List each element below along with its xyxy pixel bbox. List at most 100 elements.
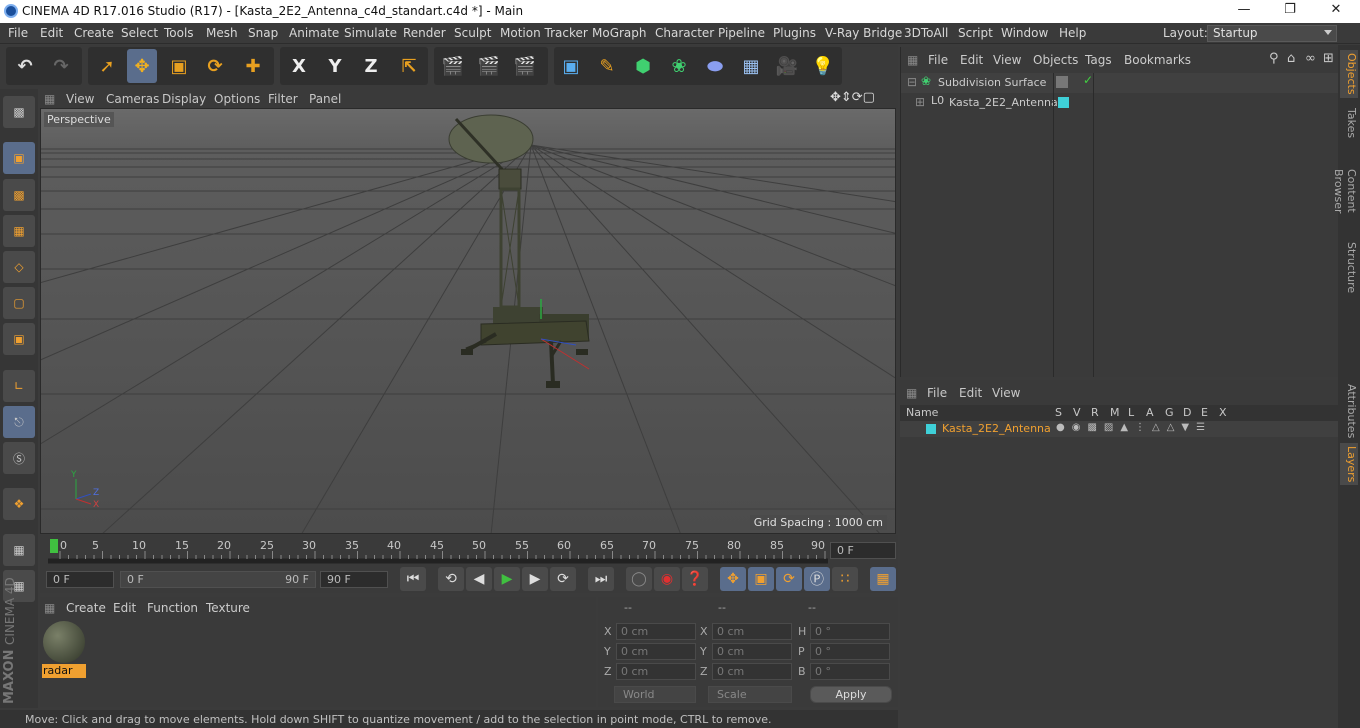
tab-attributes[interactable]: Attributes — [1340, 383, 1358, 439]
camera-object-icon[interactable]: 🎥 — [772, 49, 802, 83]
playhead-marker[interactable] — [50, 539, 58, 553]
undo-icon[interactable]: ↶ — [10, 49, 40, 83]
rot-h-field[interactable]: 0 ° — [810, 623, 890, 640]
workplane-lock-icon[interactable]: ▦ — [3, 534, 35, 566]
rot-b-field[interactable]: 0 ° — [810, 663, 890, 680]
timeline-window-icon[interactable]: ▦ — [870, 567, 896, 591]
render-settings-icon[interactable]: 🎬 — [510, 49, 540, 83]
edges-mode-icon[interactable]: ▢ — [3, 287, 35, 319]
key-parameter-icon[interactable]: Ⓟ — [804, 567, 830, 591]
viewport-menu-cameras[interactable]: Cameras — [106, 92, 159, 106]
render-view-icon[interactable]: 🎬 — [438, 49, 468, 83]
render-picture-viewer-icon[interactable]: 🎬 — [474, 49, 504, 83]
start-frame-field[interactable]: 0 F — [46, 571, 114, 588]
tab-content-browser[interactable]: Content Browser — [1332, 147, 1358, 235]
restore-icon[interactable]: ❐ — [1267, 2, 1313, 21]
pos-z-field[interactable]: 0 cm — [616, 663, 696, 680]
menu-select[interactable]: Select — [121, 26, 158, 40]
points-mode-icon[interactable]: ◇ — [3, 251, 35, 283]
perspective-viewport[interactable]: Y Z X Perspective Grid Spacing : 1000 cm — [40, 108, 896, 534]
material-menu-edit[interactable]: Edit — [113, 601, 136, 615]
visibility-toggle[interactable] — [1056, 76, 1068, 88]
size-z-field[interactable]: 0 cm — [712, 663, 792, 680]
menu-plugins[interactable]: Plugins — [773, 26, 816, 40]
polygons-mode-icon[interactable]: ▣ — [3, 323, 35, 355]
menu-render[interactable]: Render — [403, 26, 446, 40]
array-object-icon[interactable]: ❀ — [664, 49, 694, 83]
viewport-menu-display[interactable]: Display — [162, 92, 206, 106]
menu-pipeline[interactable]: Pipeline — [718, 26, 765, 40]
viewport-menu-options[interactable]: Options — [214, 92, 260, 106]
minimize-icon[interactable]: — — [1221, 2, 1267, 21]
rot-p-field[interactable]: 0 ° — [810, 643, 890, 660]
menu-help[interactable]: Help — [1059, 26, 1086, 40]
material-menu-function[interactable]: Function — [147, 601, 198, 615]
menu-motion-tracker[interactable]: Motion Tracker — [500, 26, 588, 40]
size-mode-dropdown[interactable]: Scale — [708, 686, 792, 703]
layer-row[interactable]: Kasta_2E2_Antenna ●◉▩▨▲⋮△△▼☰ — [900, 421, 1338, 437]
x-axis-lock-button[interactable]: X — [284, 49, 314, 83]
end-frame-field[interactable]: 90 F — [320, 571, 388, 588]
viewport-navigation-icons[interactable]: ✥⇕⟳▢ — [830, 90, 875, 105]
transform-tool-icon[interactable]: ✚ — [238, 49, 268, 83]
objmgr-menu-objects[interactable]: Objects — [1033, 53, 1078, 67]
solo-mode-icon[interactable]: Ⓢ — [3, 442, 35, 474]
subdivision-surface-icon[interactable]: ⬢ — [628, 49, 658, 83]
snap-icon[interactable]: ❖ — [3, 488, 35, 520]
viewport-menu-view[interactable]: View — [66, 92, 94, 106]
y-axis-lock-button[interactable]: Y — [320, 49, 350, 83]
workplane-mode-icon[interactable]: ▦ — [3, 215, 35, 247]
make-editable-icon[interactable]: ▩ — [3, 96, 35, 128]
menu-edit[interactable]: Edit — [40, 26, 63, 40]
record-keys-icon[interactable]: ◯ — [626, 567, 652, 591]
key-position-icon[interactable]: ✥ — [720, 567, 746, 591]
material-radar[interactable]: radar — [42, 620, 86, 678]
rotate-tool-icon[interactable]: ⟳ — [200, 49, 230, 83]
range-slider[interactable]: 0 F 90 F — [120, 571, 316, 588]
previous-frame-icon[interactable]: ◀ — [466, 567, 492, 591]
go-to-end-icon[interactable]: ⏭ — [588, 567, 614, 591]
texture-mode-icon[interactable]: ▩ — [3, 179, 35, 211]
objmgr-menu-file[interactable]: File — [928, 53, 948, 67]
current-frame-field[interactable]: 0 F — [830, 542, 896, 559]
enable-axis-icon[interactable]: ∟ — [3, 370, 35, 402]
menu-animate[interactable]: Animate — [289, 26, 339, 40]
z-axis-lock-button[interactable]: Z — [356, 49, 386, 83]
size-x-field[interactable]: 0 cm — [712, 623, 792, 640]
object-row-antenna[interactable]: ⊞ L0 Kasta_2E2_Antenna — [901, 93, 1339, 113]
coordinate-system-icon[interactable]: ⇱ — [394, 49, 424, 83]
objmgr-menu-edit[interactable]: Edit — [960, 53, 983, 67]
autokey-icon[interactable]: ◉ — [654, 567, 680, 591]
scale-tool-icon[interactable]: ▣ — [164, 49, 194, 83]
next-key-icon[interactable]: ⟳ — [550, 567, 576, 591]
deformer-icon[interactable]: ⬬ — [700, 49, 730, 83]
viewport-menu-panel[interactable]: Panel — [309, 92, 341, 106]
timeline-ruler[interactable]: 0 5 10 15 20 25 30 35 40 45 50 55 60 65 … — [40, 535, 898, 567]
cube-object-icon[interactable]: ▣ — [556, 49, 586, 83]
layer-name[interactable]: Kasta_2E2_Antenna — [942, 422, 1051, 435]
redo-icon[interactable]: ↷ — [46, 49, 76, 83]
objmgr-home-icon[interactable]: ⌂ — [1287, 51, 1295, 66]
objmgr-menu-tags[interactable]: Tags — [1085, 53, 1112, 67]
enabled-check-icon[interactable]: ✓ — [1083, 73, 1093, 87]
material-menu-texture[interactable]: Texture — [206, 601, 250, 615]
pos-y-field[interactable]: 0 cm — [616, 643, 696, 660]
size-y-field[interactable]: 0 cm — [712, 643, 792, 660]
viewport-menu-filter[interactable]: Filter — [268, 92, 298, 106]
close-icon[interactable]: ✕ — [1313, 2, 1359, 21]
menu-simulate[interactable]: Simulate — [344, 26, 397, 40]
tweak-mode-icon[interactable]: ⎋ — [3, 406, 35, 438]
menu-window[interactable]: Window — [1001, 26, 1048, 40]
tab-objects[interactable]: Objects — [1340, 50, 1358, 98]
layermgr-menu-edit[interactable]: Edit — [959, 386, 982, 400]
menu-3dtoall[interactable]: 3DToAll — [904, 26, 948, 40]
layermgr-menu-view[interactable]: View — [992, 386, 1020, 400]
objmgr-search-icon[interactable]: ⚲ — [1269, 51, 1279, 66]
next-frame-icon[interactable]: ▶ — [522, 567, 548, 591]
tab-structure[interactable]: Structure — [1340, 241, 1358, 295]
objmgr-sync-icon[interactable]: ∞ — [1305, 51, 1316, 66]
menu-character[interactable]: Character — [655, 26, 714, 40]
menu-create[interactable]: Create — [74, 26, 114, 40]
key-pla-icon[interactable]: ∷ — [832, 567, 858, 591]
objmgr-new-window-icon[interactable]: ⊞ — [1323, 51, 1334, 66]
